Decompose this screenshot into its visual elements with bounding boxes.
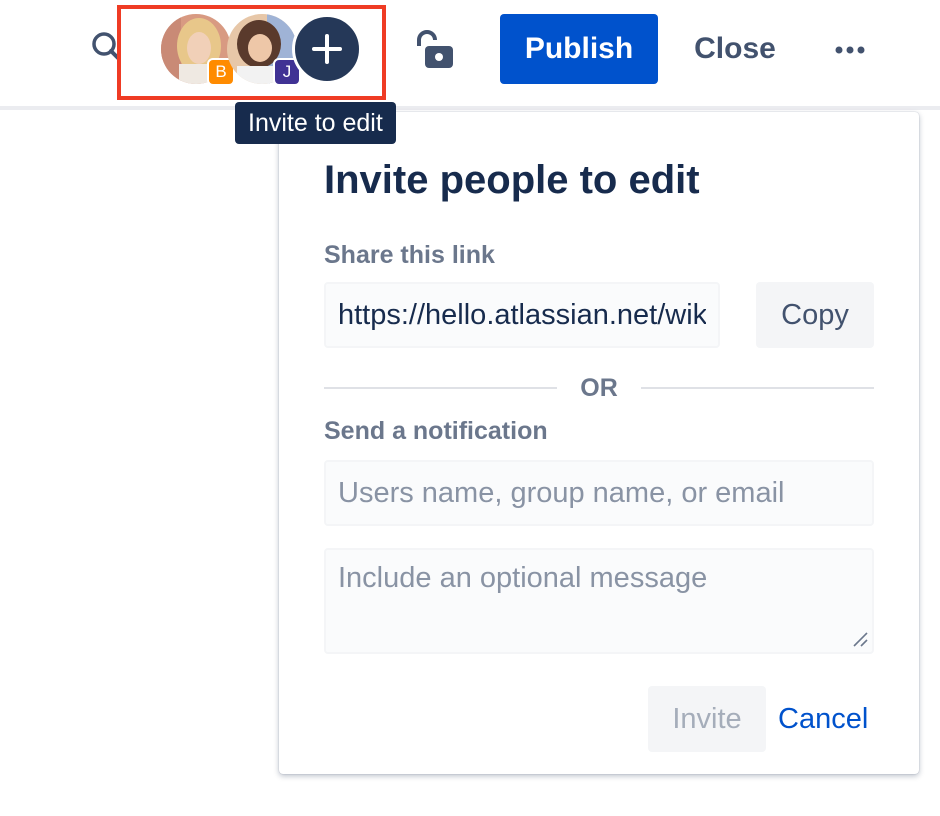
invite-dialog: Invite people to edit Share this link Co… — [279, 112, 919, 774]
copy-link-button[interactable]: Copy — [756, 282, 874, 348]
or-divider: OR — [324, 374, 874, 404]
send-notification-label: Send a notification — [324, 417, 548, 445]
divider-line — [641, 387, 874, 389]
cancel-button[interactable]: Cancel — [778, 686, 868, 752]
more-actions-button[interactable] — [826, 28, 874, 72]
publish-button[interactable]: Publish — [500, 14, 658, 84]
dialog-title: Invite people to edit — [324, 158, 700, 202]
plus-icon — [312, 34, 342, 64]
more-horizontal-icon — [835, 46, 865, 54]
unlock-icon[interactable] — [413, 30, 457, 70]
divider-line — [324, 387, 557, 389]
collaborator-avatar-j[interactable]: J — [227, 14, 301, 86]
optional-message-input[interactable] — [324, 548, 874, 654]
search-icon[interactable] — [89, 31, 119, 61]
add-collaborator-button[interactable] — [292, 14, 362, 84]
resize-grip-icon[interactable] — [851, 630, 869, 648]
invite-button[interactable]: Invite — [648, 686, 766, 752]
share-link-field[interactable] — [324, 282, 720, 348]
or-text: OR — [580, 374, 618, 402]
users-search-input[interactable] — [324, 460, 874, 526]
close-button[interactable]: Close — [680, 14, 790, 84]
collaborator-avatar-b[interactable]: B — [161, 14, 235, 86]
editor-toolbar: B J Publish Close — [0, 0, 940, 110]
invite-tooltip: Invite to edit — [235, 102, 396, 144]
share-link-label: Share this link — [324, 241, 495, 269]
